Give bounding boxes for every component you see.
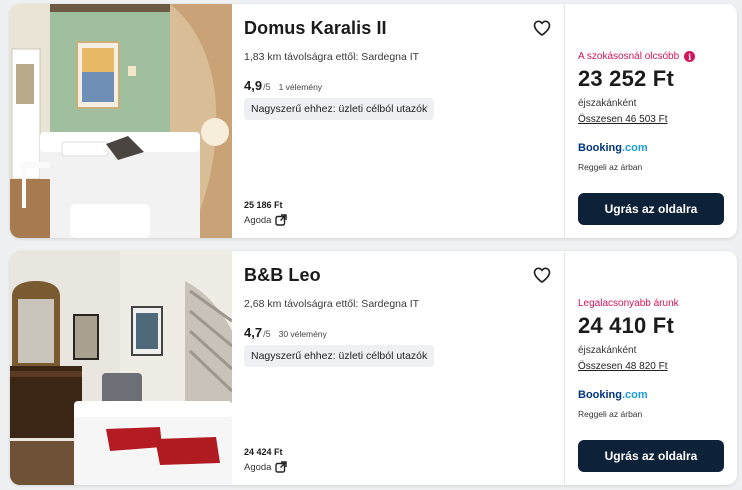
hotel-info: B&B Leo 2,68 km távolságra ettől: Sardeg…: [232, 251, 565, 485]
breakfast-included: Reggeli az árban: [578, 409, 643, 419]
alt-provider-name: Agoda: [244, 461, 272, 473]
rating-score: 4,7: [244, 325, 263, 340]
breakfast-included: Reggeli az árban: [578, 162, 643, 172]
price-column: A szokásosnál olcsóbb i 23 252 Ft éjszak…: [565, 4, 737, 238]
per-night-label: éjszakánként: [578, 345, 637, 356]
traveler-badge: Nagyszerű ehhez: üzleti célból utazók: [244, 98, 435, 120]
alt-provider-link[interactable]: Agoda: [244, 214, 288, 226]
heart-icon[interactable]: [532, 18, 552, 38]
hotel-name[interactable]: B&B Leo: [244, 265, 552, 287]
nightly-price: 23 252 Ft: [578, 66, 674, 91]
per-night-label: éjszakánként: [578, 98, 637, 109]
provider-name: Booking: [578, 142, 622, 154]
room-photo-red-towels-image: [10, 251, 232, 485]
review-count[interactable]: 30 vélemény: [279, 329, 327, 339]
hotel-name[interactable]: Domus Karalis II: [244, 18, 552, 40]
hotel-distance: 1,83 km távolságra ettől: Sardegna IT: [244, 51, 420, 63]
total-price-link[interactable]: Összesen 48 820 Ft: [578, 361, 668, 372]
booking-logo: Booking.com: [578, 389, 724, 401]
price-column: Legalacsonyabb árunk 24 410 Ft éjszakánk…: [565, 251, 737, 485]
go-to-site-button[interactable]: Ugrás az oldalra: [578, 440, 724, 472]
hotel-card[interactable]: Domus Karalis II 1,83 km távolságra ettő…: [10, 4, 737, 238]
provider-tld: .com: [622, 142, 648, 154]
hotel-photo[interactable]: [10, 251, 232, 485]
heart-icon[interactable]: [532, 265, 552, 285]
provider-tld: .com: [622, 389, 648, 401]
hotel-info: Domus Karalis II 1,83 km távolságra ettő…: [232, 4, 565, 238]
deal-label-text: A szokásosnál olcsóbb: [578, 51, 680, 62]
room-photo-green-wall-image: [10, 4, 232, 238]
go-to-site-button[interactable]: Ugrás az oldalra: [578, 193, 724, 225]
alt-provider-link[interactable]: Agoda: [244, 461, 288, 473]
total-price-link[interactable]: Összesen 46 503 Ft: [578, 114, 668, 125]
deal-label-text: Legalacsonyabb árunk: [578, 298, 679, 309]
traveler-badge: Nagyszerű ehhez: üzleti célból utazók: [244, 345, 435, 367]
hotel-photo[interactable]: [10, 4, 232, 238]
rating-row: 4,9 /5 1 vélemény: [244, 78, 552, 93]
rating-max: /5: [263, 82, 271, 92]
hotel-card[interactable]: B&B Leo 2,68 km távolságra ettől: Sardeg…: [10, 251, 737, 485]
info-icon[interactable]: i: [684, 51, 696, 62]
alt-price: 25 186 Ft: [244, 200, 283, 210]
booking-logo: Booking.com: [578, 142, 724, 154]
external-link-icon: [275, 461, 288, 473]
external-link-icon: [275, 214, 288, 226]
alt-provider-name: Agoda: [244, 214, 272, 226]
rating-row: 4,7 /5 30 vélemény: [244, 325, 552, 340]
deal-label: Legalacsonyabb árunk: [578, 298, 724, 309]
nightly-price: 24 410 Ft: [578, 313, 674, 338]
hotel-distance: 2,68 km távolságra ettől: Sardegna IT: [244, 298, 420, 310]
rating-max: /5: [263, 329, 271, 339]
provider-name: Booking: [578, 389, 622, 401]
rating-score: 4,9: [244, 78, 263, 93]
deal-label: A szokásosnál olcsóbb i: [578, 51, 724, 62]
review-count[interactable]: 1 vélemény: [279, 82, 322, 92]
alt-price: 24 424 Ft: [244, 447, 283, 457]
